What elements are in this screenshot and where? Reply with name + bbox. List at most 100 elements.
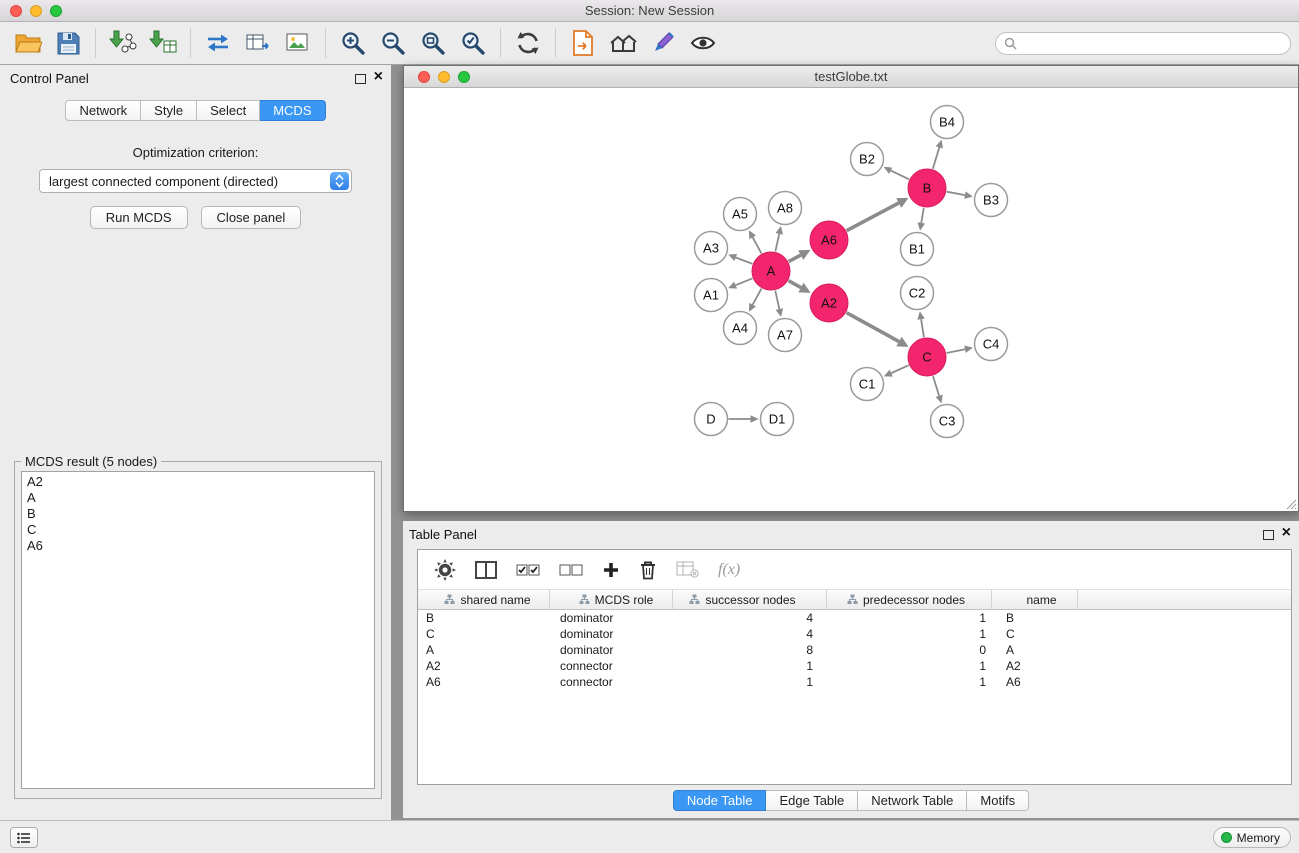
- network-node-C1[interactable]: C1: [851, 368, 884, 401]
- network-node-D1[interactable]: D1: [761, 403, 794, 436]
- tab-motifs[interactable]: Motifs: [967, 790, 1029, 811]
- table-row[interactable]: B dominator 4 1 B: [418, 610, 1291, 626]
- network-node-A2[interactable]: A2: [810, 284, 848, 322]
- optimization-criterion-select[interactable]: largest connected component (directed): [39, 169, 352, 193]
- apply-style-button[interactable]: [643, 26, 683, 60]
- table-row[interactable]: C dominator 4 1 C: [418, 626, 1291, 642]
- tab-node-table[interactable]: Node Table: [673, 790, 767, 811]
- close-panel-button[interactable]: Close panel: [201, 206, 302, 229]
- network-node-A[interactable]: A: [752, 252, 790, 290]
- apply-layout-button[interactable]: [508, 26, 548, 60]
- table-row[interactable]: A2 connector 1 1 A2: [418, 658, 1291, 674]
- network-edge-A-A7[interactable]: [775, 291, 779, 310]
- show-columns-button[interactable]: [475, 560, 497, 580]
- search-box[interactable]: [995, 32, 1291, 55]
- network-node-C4[interactable]: C4: [975, 328, 1008, 361]
- add-row-button[interactable]: [602, 561, 620, 579]
- tab-select[interactable]: Select: [197, 100, 260, 121]
- network-edge-A-A1[interactable]: [736, 278, 753, 285]
- network-edge-A-A5[interactable]: [753, 237, 762, 253]
- network-node-A6[interactable]: A6: [810, 221, 848, 259]
- network-node-B2[interactable]: B2: [851, 143, 884, 176]
- network-canvas[interactable]: A A6 A2 B C A1 A3 A4 A5 A7 A8 B1 B2 B3 B4 C1 C2 C3 C4 D D1: [404, 88, 1298, 511]
- export-image-button[interactable]: [278, 26, 318, 60]
- network-edge-A2-C[interactable]: [847, 313, 899, 342]
- save-session-button[interactable]: [48, 26, 88, 60]
- open-session-button[interactable]: [8, 26, 48, 60]
- network-edge-B-B1[interactable]: [921, 208, 923, 223]
- network-edge-A-A6[interactable]: [789, 255, 801, 261]
- table-row[interactable]: A6 connector 1 1 A6: [418, 674, 1291, 690]
- network-edge-B-B3[interactable]: [947, 192, 965, 195]
- tab-edge-table[interactable]: Edge Table: [766, 790, 858, 811]
- network-node-B4[interactable]: B4: [931, 106, 964, 139]
- tab-network-table[interactable]: Network Table: [858, 790, 967, 811]
- float-panel-icon[interactable]: [355, 74, 366, 84]
- search-input[interactable]: [1022, 36, 1282, 50]
- network-edge-A-A2[interactable]: [789, 281, 801, 288]
- zoom-in-button[interactable]: [333, 26, 373, 60]
- run-mcds-button[interactable]: Run MCDS: [90, 206, 188, 229]
- network-edge-C-C2[interactable]: [921, 319, 924, 337]
- list-item[interactable]: A: [22, 490, 374, 506]
- network-edge-A-A8[interactable]: [775, 234, 779, 252]
- close-panel-icon[interactable]: ×: [374, 68, 383, 86]
- select-all-rows-button[interactable]: [516, 563, 540, 577]
- import-table-button[interactable]: [143, 26, 183, 60]
- task-history-button[interactable]: [10, 827, 38, 848]
- network-node-A3[interactable]: A3: [695, 232, 728, 265]
- export-table-button[interactable]: [238, 26, 278, 60]
- clear-row-selection-button[interactable]: [559, 563, 583, 577]
- network-edge-A-A3[interactable]: [736, 257, 753, 263]
- network-node-A7[interactable]: A7: [769, 319, 802, 352]
- list-item[interactable]: B: [22, 506, 374, 522]
- tab-style[interactable]: Style: [141, 100, 197, 121]
- list-item[interactable]: C: [22, 522, 374, 538]
- table-settings-button[interactable]: [434, 559, 456, 581]
- mcds-result-list[interactable]: A2 A B C A6: [21, 471, 375, 789]
- list-item[interactable]: A6: [22, 538, 374, 554]
- network-edge-A-A4[interactable]: [753, 289, 762, 305]
- memory-button[interactable]: Memory: [1213, 827, 1291, 848]
- network-node-C2[interactable]: C2: [901, 277, 934, 310]
- ndex-home-button[interactable]: [603, 26, 643, 60]
- network-node-A8[interactable]: A8: [769, 192, 802, 225]
- zoom-fit-button[interactable]: [413, 26, 453, 60]
- network-node-A4[interactable]: A4: [724, 312, 757, 345]
- column-header-shared-name[interactable]: shared name: [418, 590, 550, 609]
- table-row[interactable]: A dominator 8 0 A: [418, 642, 1291, 658]
- new-network-from-selection-button[interactable]: [198, 26, 238, 60]
- show-graphics-details-button[interactable]: [683, 26, 723, 60]
- resize-grip[interactable]: [1285, 498, 1297, 510]
- column-header-predecessor-nodes[interactable]: predecessor nodes: [827, 590, 992, 609]
- column-header-name[interactable]: name: [992, 590, 1078, 609]
- network-edge-A6-B[interactable]: [847, 203, 899, 231]
- close-panel-icon[interactable]: ×: [1282, 524, 1291, 542]
- zoom-out-button[interactable]: [373, 26, 413, 60]
- zoom-selected-button[interactable]: [453, 26, 493, 60]
- tab-mcds[interactable]: MCDS: [260, 100, 325, 121]
- network-node-C[interactable]: C: [908, 338, 946, 376]
- import-network-button[interactable]: [103, 26, 143, 60]
- network-edge-C-C4[interactable]: [947, 349, 965, 353]
- network-node-D[interactable]: D: [695, 403, 728, 436]
- network-node-A5[interactable]: A5: [724, 198, 757, 231]
- list-item[interactable]: A2: [22, 474, 374, 490]
- column-header-successor-nodes[interactable]: successor nodes: [673, 590, 827, 609]
- tab-network[interactable]: Network: [65, 100, 141, 121]
- grid-x-icon: [676, 561, 699, 578]
- float-panel-icon[interactable]: [1263, 530, 1274, 540]
- network-node-B3[interactable]: B3: [975, 184, 1008, 217]
- network-node-C3[interactable]: C3: [931, 405, 964, 438]
- network-edge-B-B4[interactable]: [933, 147, 940, 168]
- column-header-mcds-role[interactable]: MCDS role: [550, 590, 673, 609]
- ndex-import-button[interactable]: [563, 26, 603, 60]
- network-node-B1[interactable]: B1: [901, 233, 934, 266]
- network-node-A1[interactable]: A1: [695, 279, 728, 312]
- function-builder-button[interactable]: f(x): [718, 561, 740, 579]
- network-edge-B-B2[interactable]: [891, 171, 909, 180]
- network-edge-C-C3[interactable]: [933, 376, 939, 396]
- network-edge-C-C1[interactable]: [891, 365, 909, 373]
- delete-rows-button[interactable]: [639, 560, 657, 580]
- network-node-B[interactable]: B: [908, 169, 946, 207]
